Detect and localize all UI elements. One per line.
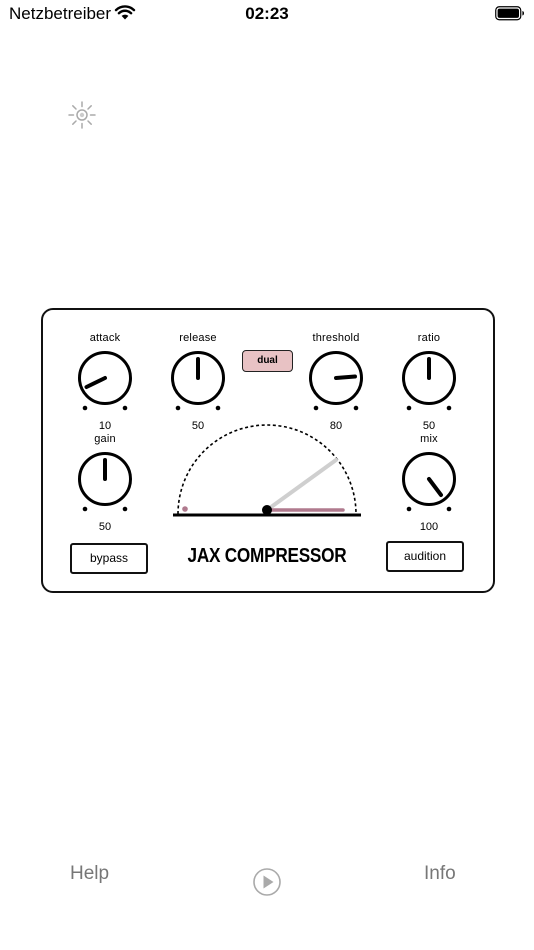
clock: 02:23 <box>245 4 289 23</box>
ratio-value: 50 <box>422 420 436 432</box>
release-label: release <box>179 332 217 344</box>
mix-label: mix <box>420 433 438 445</box>
dual-button[interactable]: dual <box>242 350 293 372</box>
gain-value: 50 <box>98 521 112 533</box>
gain-label: gain <box>94 433 116 445</box>
status-bar: Netzbetreiber 02:23 <box>0 0 534 30</box>
attack-value: 10 <box>98 420 112 432</box>
mix-knob[interactable]: mix 100 <box>394 433 464 537</box>
mix-dial[interactable] <box>394 447 464 519</box>
meter-pivot <box>262 505 272 515</box>
help-link[interactable]: Help <box>70 863 109 885</box>
ratio-dial[interactable] <box>394 346 464 418</box>
attack-dial[interactable] <box>70 346 140 418</box>
battery-icon <box>495 6 524 21</box>
ratio-knob[interactable]: ratio 50 <box>394 332 464 436</box>
attack-label: attack <box>89 332 121 344</box>
play-icon[interactable] <box>252 867 282 897</box>
mix-value: 100 <box>419 521 439 533</box>
release-dial[interactable] <box>163 346 233 418</box>
plugin-title: JAX COMPRESSOR <box>187 545 347 567</box>
info-link[interactable]: Info <box>424 863 456 885</box>
meter-indicator-dot <box>182 506 188 512</box>
attack-knob[interactable]: attack 10 <box>70 332 140 436</box>
gain-reduction-meter <box>173 424 361 517</box>
bypass-button[interactable]: bypass <box>70 543 148 574</box>
brightness-icon[interactable] <box>67 100 97 130</box>
meter-needle <box>265 458 338 512</box>
audition-button[interactable]: audition <box>386 541 464 572</box>
ratio-label: ratio <box>417 332 441 344</box>
gain-dial[interactable] <box>70 447 140 519</box>
threshold-label: threshold <box>312 332 360 344</box>
gain-knob[interactable]: gain 50 <box>70 433 140 537</box>
threshold-dial[interactable] <box>301 346 371 418</box>
